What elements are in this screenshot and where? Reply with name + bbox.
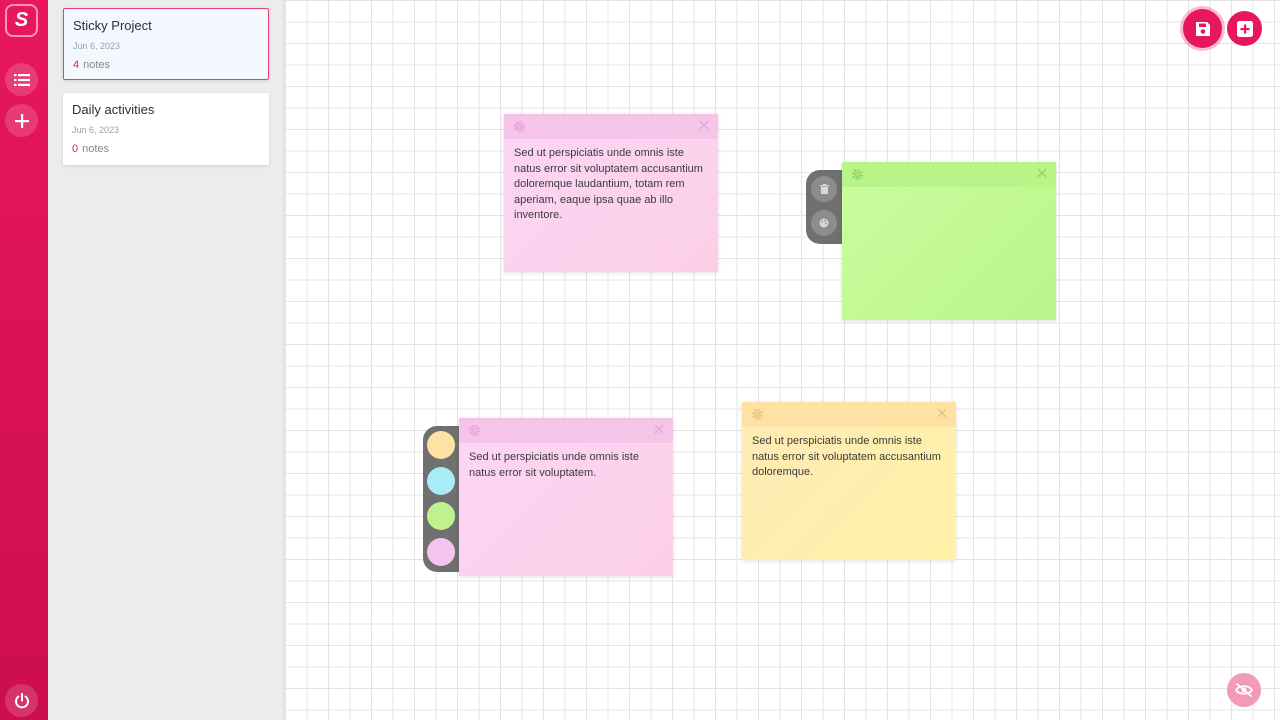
note-text[interactable]: Sed ut perspiciatis unde omnis iste natu…	[459, 443, 673, 488]
project-name: Sticky Project	[73, 18, 152, 33]
project-date: Jun 6, 2023	[72, 125, 120, 135]
note-header[interactable]	[742, 402, 956, 427]
close-icon[interactable]	[1037, 168, 1047, 178]
note-count-number: 0	[72, 143, 79, 155]
save-icon	[1195, 21, 1210, 36]
projects-list-button[interactable]	[5, 63, 38, 96]
gear-icon[interactable]	[513, 120, 526, 133]
projects-panel: Sticky Project Jun 6, 2023 4 notes Daily …	[48, 0, 285, 720]
trash-icon	[819, 184, 829, 194]
sticky-note[interactable]: Sed ut perspiciatis unde omnis iste natu…	[742, 402, 956, 560]
note-options-menu	[806, 170, 842, 244]
logo-letter: S	[14, 9, 29, 31]
delete-note-button[interactable]	[811, 176, 837, 202]
color-swatch-green[interactable]	[427, 502, 455, 530]
logout-button[interactable]	[5, 684, 38, 717]
gear-icon[interactable]	[468, 424, 481, 437]
project-card[interactable]: Sticky Project Jun 6, 2023 4 notes	[63, 8, 269, 80]
left-rail: S	[0, 0, 48, 720]
note-header[interactable]	[842, 162, 1056, 187]
close-icon[interactable]	[937, 408, 947, 418]
note-count-label: notes	[82, 143, 110, 155]
project-date: Jun 6, 2023	[73, 41, 121, 51]
notes-board[interactable]: Sed ut perspiciatis unde omnis iste natu…	[285, 0, 1280, 720]
sticky-note[interactable]: Sed ut perspiciatis unde omnis iste natu…	[459, 418, 673, 576]
add-square-icon	[1236, 20, 1253, 37]
plus-icon	[14, 113, 29, 128]
save-button[interactable]	[1183, 9, 1222, 48]
color-swatch-pink[interactable]	[427, 538, 455, 566]
note-text[interactable]	[842, 187, 1056, 201]
color-swatch-blue[interactable]	[427, 467, 455, 495]
gear-icon[interactable]	[751, 408, 764, 421]
toggle-visibility-button[interactable]	[1227, 673, 1261, 707]
note-count-label: notes	[83, 59, 111, 71]
new-project-button[interactable]	[5, 104, 38, 137]
gear-icon[interactable]	[851, 168, 864, 181]
sticky-note[interactable]: Sed ut perspiciatis unde omnis iste natu…	[504, 114, 718, 272]
color-swatch-yellow[interactable]	[427, 431, 455, 459]
add-note-button[interactable]	[1227, 11, 1262, 46]
close-icon[interactable]	[654, 424, 664, 434]
app-logo[interactable]: S	[5, 4, 38, 37]
project-note-count: 0 notes	[72, 142, 260, 156]
note-count-number: 4	[73, 59, 80, 71]
color-palette-button[interactable]	[811, 210, 837, 236]
project-name: Daily activities	[72, 102, 155, 117]
note-header[interactable]	[504, 114, 718, 139]
project-note-count: 4 notes	[73, 58, 259, 72]
power-icon	[14, 692, 29, 708]
close-icon[interactable]	[699, 120, 709, 130]
sticky-note[interactable]	[842, 162, 1056, 320]
list-icon	[13, 73, 30, 86]
note-text[interactable]: Sed ut perspiciatis unde omnis iste natu…	[742, 427, 956, 488]
note-header[interactable]	[459, 418, 673, 443]
eye-slash-icon	[1235, 683, 1253, 697]
project-card[interactable]: Daily activities Jun 6, 2023 0 notes	[63, 93, 269, 165]
note-color-menu	[423, 426, 459, 572]
palette-icon	[819, 218, 829, 228]
note-text[interactable]: Sed ut perspiciatis unde omnis iste natu…	[504, 139, 718, 231]
